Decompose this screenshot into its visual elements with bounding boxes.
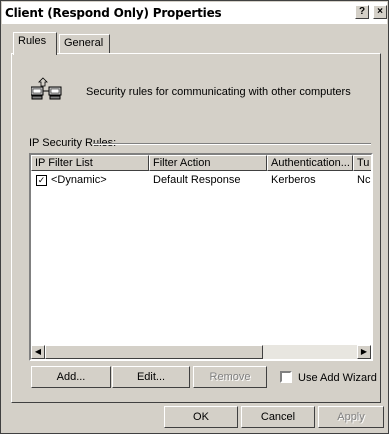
rules-list[interactable]: IP Filter List Filter Action Authenticat… (29, 153, 373, 361)
edit-button[interactable]: Edit... (112, 366, 190, 388)
tab-rules[interactable]: Rules (13, 32, 57, 55)
scroll-right-icon[interactable]: ▶ (357, 345, 371, 359)
cell-tunnel[interactable]: Nc (357, 174, 370, 186)
network-computers-icon (31, 77, 62, 100)
scroll-left-icon[interactable]: ◀ (31, 345, 45, 359)
use-add-wizard-checkbox[interactable] (280, 371, 292, 383)
column-header-tunnel[interactable]: Tu (353, 155, 371, 171)
apply-button[interactable]: Apply (318, 406, 384, 428)
close-button[interactable]: × (373, 5, 387, 19)
cell-filter-list[interactable]: <Dynamic> (51, 174, 107, 186)
cell-authentication[interactable]: Kerberos (271, 174, 316, 186)
add-button[interactable]: Add... (31, 366, 111, 388)
horizontal-scrollbar[interactable]: ◀ ▶ (31, 345, 371, 359)
title-bar[interactable]: Client (Respond Only) Properties ? × (2, 2, 387, 24)
group-divider (93, 143, 371, 145)
description-text: Security rules for communicating with ot… (86, 86, 351, 98)
column-header-ip-filter-list[interactable]: IP Filter List (31, 155, 149, 171)
column-header-authentication[interactable]: Authentication... (267, 155, 353, 171)
cell-filter-action[interactable]: Default Response (153, 174, 240, 186)
ok-button[interactable]: OK (164, 406, 238, 428)
tab-general[interactable]: General (59, 34, 110, 54)
properties-dialog: Client (Respond Only) Properties ? × Rul… (0, 0, 389, 434)
use-add-wizard-label[interactable]: Use Add Wizard (298, 372, 377, 384)
rule-checkbox[interactable]: ✓ (36, 175, 47, 186)
cancel-button[interactable]: Cancel (241, 406, 315, 428)
column-header-filter-action[interactable]: Filter Action (149, 155, 267, 171)
help-button[interactable]: ? (355, 5, 369, 19)
remove-button[interactable]: Remove (193, 366, 267, 388)
scroll-thumb[interactable] (45, 345, 263, 359)
window-title: Client (Respond Only) Properties (5, 6, 222, 20)
